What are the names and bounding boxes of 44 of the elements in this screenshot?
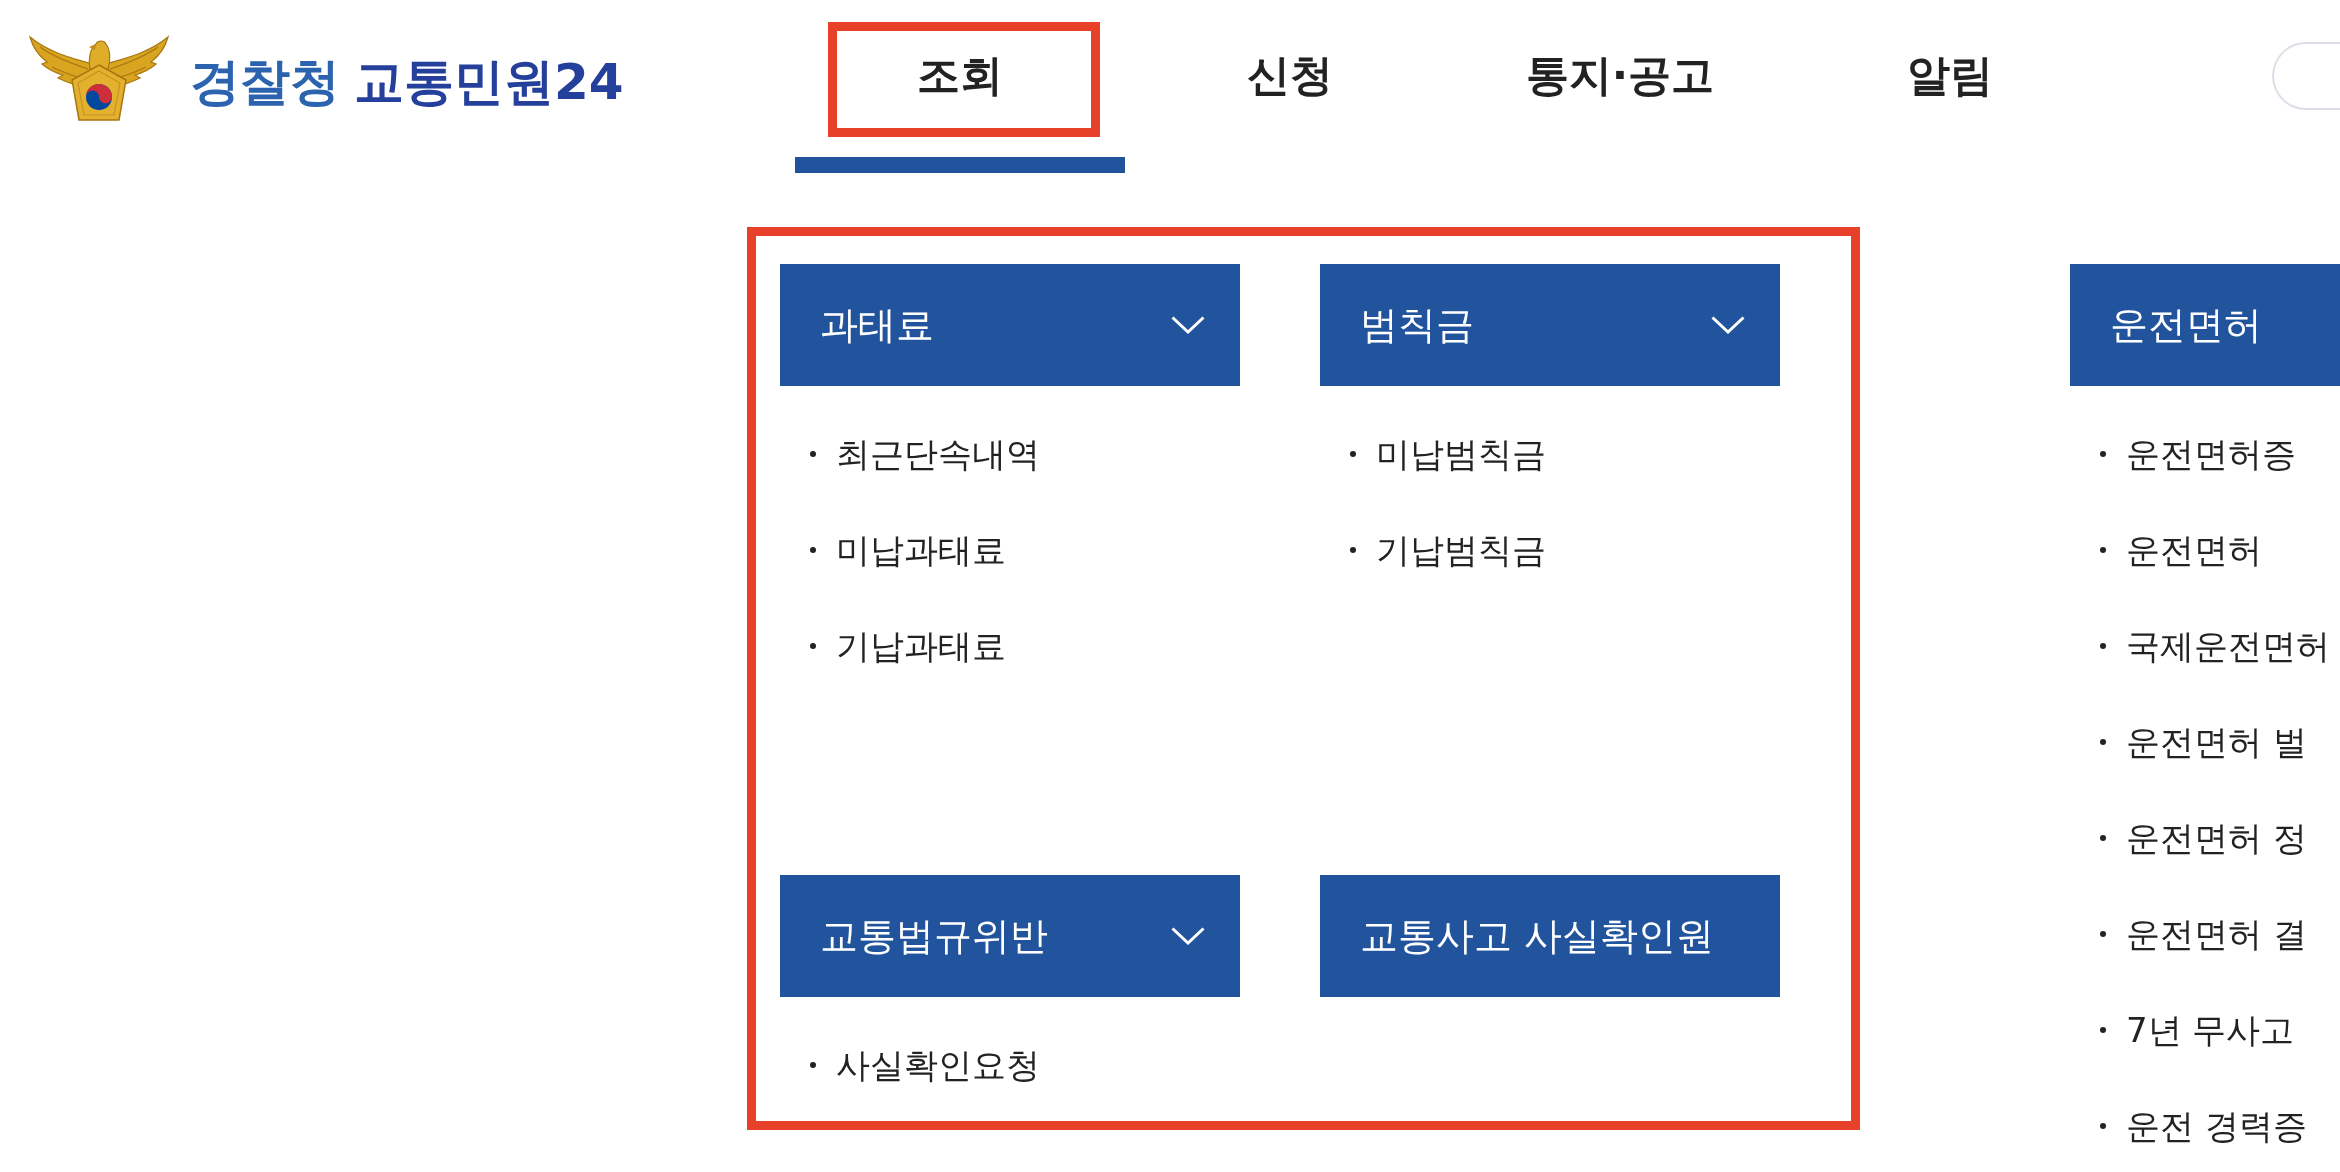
menu-link[interactable]: 운전면허증 xyxy=(2100,427,2296,481)
bullet-icon xyxy=(810,643,816,649)
category-header[interactable]: 범칙금 xyxy=(1320,264,1780,386)
bullet-icon xyxy=(2100,739,2106,745)
nav-tab[interactable]: 알림 xyxy=(1785,0,2115,173)
menu-link[interactable]: 운전면허 벌 xyxy=(2100,715,2307,769)
menu-link[interactable]: 운전 경력증 xyxy=(2100,1099,2307,1153)
bullet-icon xyxy=(2100,451,2106,457)
chevron-down-icon xyxy=(1171,927,1205,945)
chevron-down-icon xyxy=(1711,316,1745,334)
bullet-icon xyxy=(810,547,816,553)
nav-tab[interactable]: 조회 xyxy=(795,0,1125,173)
bullet-icon xyxy=(1350,451,1356,457)
bullet-icon xyxy=(1350,547,1356,553)
bullet-icon xyxy=(2100,931,2106,937)
menu-link[interactable]: 미납과태료 xyxy=(810,523,1006,577)
menu-link[interactable]: 7년 무사고 xyxy=(2100,1003,2295,1057)
bullet-icon xyxy=(2100,643,2106,649)
bullet-icon xyxy=(2100,1027,2106,1033)
bullet-icon xyxy=(810,1062,816,1068)
menu-link[interactable]: 미납범칙금 xyxy=(1350,427,1546,481)
logo-service-text: 교통민원24 xyxy=(354,52,624,112)
nav-tab[interactable]: 신청 xyxy=(1125,0,1455,173)
menu-link[interactable]: 사실확인요청 xyxy=(810,1038,1040,1092)
bullet-icon xyxy=(810,451,816,457)
category-header[interactable]: 과태료 xyxy=(780,264,1240,386)
header-button[interactable] xyxy=(2272,42,2340,110)
bullet-icon xyxy=(2100,1123,2106,1129)
menu-link[interactable]: 최근단속내역 xyxy=(810,427,1040,481)
nav-tab[interactable]: 통지·공고 xyxy=(1455,0,1785,173)
menu-link[interactable]: 운전면허 정 xyxy=(2100,811,2307,865)
menu-link[interactable]: 운전면허 결 xyxy=(2100,907,2307,961)
category-header[interactable]: 교통법규위반 xyxy=(780,875,1240,997)
menu-link[interactable]: 운전면허 xyxy=(2100,523,2262,577)
bullet-icon xyxy=(2100,835,2106,841)
logo-org-text: 경찰청 xyxy=(190,52,340,112)
category-header[interactable]: 운전면허 xyxy=(2070,264,2340,386)
menu-link[interactable]: 기납과태료 xyxy=(810,619,1006,673)
menu-link[interactable]: 기납범칙금 xyxy=(1350,523,1546,577)
eagle-emblem-icon xyxy=(28,35,170,121)
menu-link[interactable]: 국제운전면허 xyxy=(2100,619,2330,673)
category-header[interactable]: 교통사고 사실확인원 xyxy=(1320,875,1780,997)
bullet-icon xyxy=(2100,547,2106,553)
chevron-down-icon xyxy=(1171,316,1205,334)
